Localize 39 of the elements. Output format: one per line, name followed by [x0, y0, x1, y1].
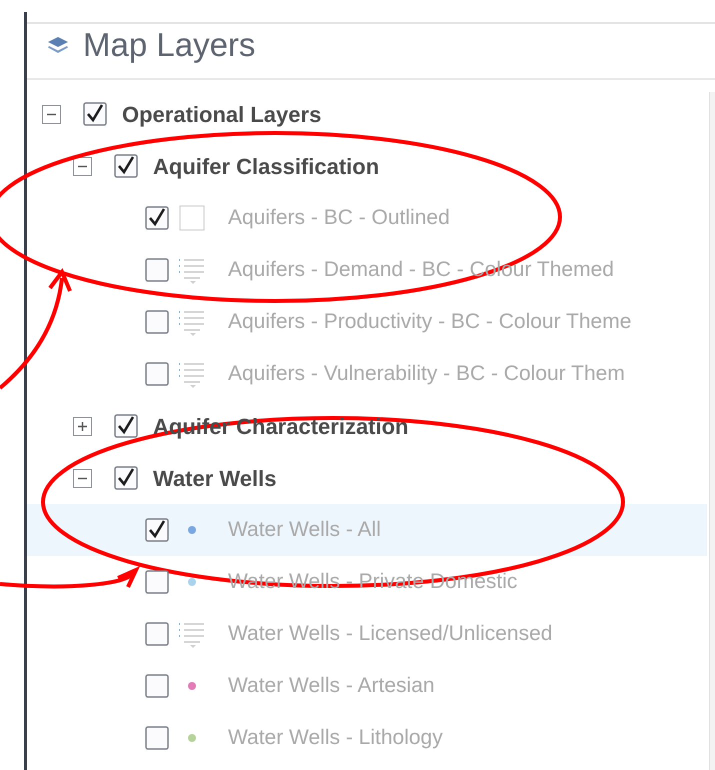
layers-icon [47, 36, 69, 54]
layer-label: Water Wells - Licensed/Unlicensed [228, 621, 552, 648]
checkbox[interactable] [83, 102, 107, 126]
group-label: Aquifer Classification [153, 152, 380, 181]
collapse-icon[interactable] [73, 468, 92, 488]
point-symbol-icon [186, 681, 196, 691]
group-label: Operational Layers [122, 100, 322, 129]
point-symbol-icon [186, 733, 196, 743]
checkbox[interactable] [145, 206, 169, 230]
panel-title: Map Layers [83, 25, 256, 66]
checkbox[interactable] [114, 414, 138, 438]
point-symbol-icon [186, 525, 196, 535]
layer-label: Water Wells - Artesian [228, 673, 435, 700]
checkbox[interactable] [145, 518, 169, 542]
point-symbol-icon [186, 577, 196, 587]
collapse-icon[interactable] [73, 156, 92, 176]
legend-icon [178, 360, 206, 388]
layer-label: Aquifers - Vulnerability - BC - Colour Them [228, 361, 625, 388]
checkbox[interactable] [145, 310, 169, 334]
checkbox[interactable] [114, 466, 138, 490]
checkbox[interactable] [145, 622, 169, 646]
collapse-icon[interactable] [42, 104, 61, 124]
layer-label: Aquifers - Productivity - BC - Colour Theme [228, 309, 632, 336]
square-icon [178, 204, 206, 232]
legend-icon [178, 620, 206, 648]
layer-row[interactable]: Water Wells - All [27, 504, 707, 556]
group-label: Water Wells [153, 464, 276, 492]
layer-label: Aquifers - BC - Outlined [228, 205, 450, 232]
checkbox[interactable] [145, 674, 169, 698]
checkbox[interactable] [114, 154, 138, 178]
checkbox[interactable] [145, 258, 169, 282]
checkbox[interactable] [145, 362, 169, 386]
checkbox[interactable] [145, 570, 169, 594]
layer-label: Water Wells - All [228, 517, 381, 544]
checkbox[interactable] [145, 726, 169, 750]
expand-icon[interactable] [73, 416, 92, 436]
layer-label: Water Wells - Lithology [228, 725, 443, 752]
legend-icon [178, 308, 206, 336]
legend-icon [178, 256, 206, 284]
